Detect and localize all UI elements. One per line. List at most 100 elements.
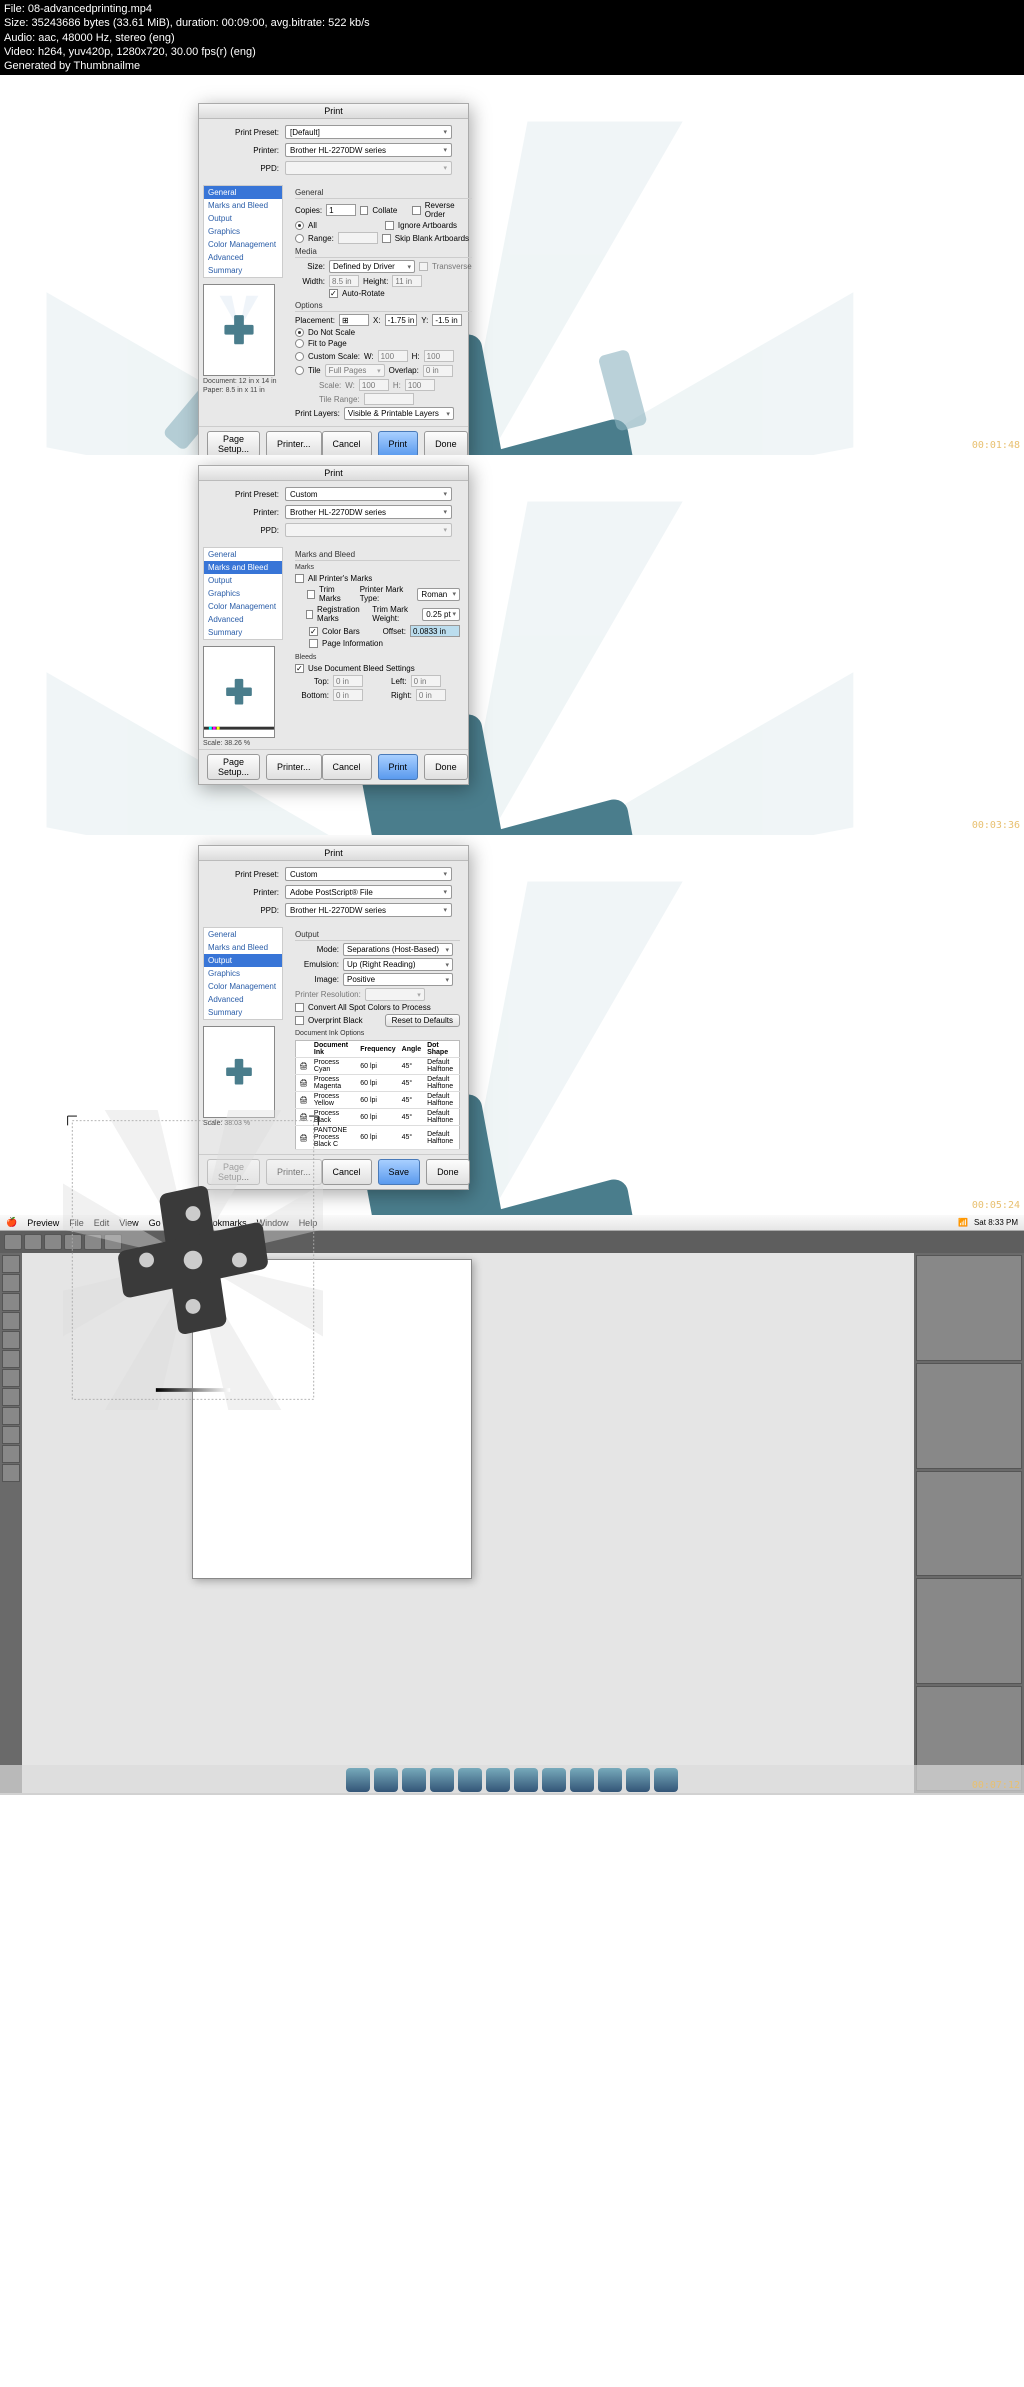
print-button[interactable]: Print: [378, 431, 419, 455]
sidebar-item-summary[interactable]: Summary: [204, 1006, 282, 1019]
tile-radio[interactable]: [295, 366, 304, 375]
tool-item[interactable]: [2, 1331, 20, 1349]
range-radio[interactable]: [295, 234, 304, 243]
all-radio[interactable]: [295, 221, 304, 230]
sidebar-item-marks[interactable]: Marks and Bleed: [204, 941, 282, 954]
emulsion-select[interactable]: Up (Right Reading): [343, 958, 453, 971]
toolbar-button[interactable]: [24, 1234, 42, 1250]
tool-item[interactable]: [2, 1293, 20, 1311]
color-panel[interactable]: [916, 1255, 1022, 1361]
layers-panel[interactable]: [916, 1578, 1022, 1684]
printer-button[interactable]: Printer...: [266, 754, 322, 780]
tool-item[interactable]: [2, 1445, 20, 1463]
print-button[interactable]: Print: [378, 754, 419, 780]
dock-item[interactable]: [598, 1768, 622, 1792]
mark-type-select[interactable]: Roman: [417, 588, 460, 601]
printer-button[interactable]: Printer...: [266, 431, 322, 455]
dock-item[interactable]: [514, 1768, 538, 1792]
tool-item[interactable]: [2, 1388, 20, 1406]
printer-select[interactable]: Adobe PostScript® File: [285, 885, 452, 899]
tool-item[interactable]: [2, 1426, 20, 1444]
sidebar-item-summary[interactable]: Summary: [204, 264, 282, 277]
preview-window[interactable]: [192, 1259, 472, 1579]
table-row[interactable]: 🖨Process Magenta60 lpi45°Default Halfton…: [296, 1075, 460, 1092]
tool-item[interactable]: [2, 1350, 20, 1368]
mode-select[interactable]: Separations (Host-Based): [343, 943, 453, 956]
sidebar-item-marks[interactable]: Marks and Bleed: [204, 561, 282, 574]
cancel-button[interactable]: Cancel: [322, 431, 372, 455]
sidebar-item-general[interactable]: General: [204, 928, 282, 941]
cancel-button[interactable]: Cancel: [322, 754, 372, 780]
done-button[interactable]: Done: [424, 754, 468, 780]
reg-check[interactable]: [306, 610, 313, 619]
sidebar-item-marks[interactable]: Marks and Bleed: [204, 199, 282, 212]
size-select[interactable]: Defined by Driver: [329, 260, 415, 273]
toolbar-button[interactable]: [4, 1234, 22, 1250]
table-row[interactable]: 🖨Process Cyan60 lpi45°Default Halftone: [296, 1058, 460, 1075]
sidebar-item-advanced[interactable]: Advanced: [204, 613, 282, 626]
copies-input[interactable]: 1: [326, 204, 356, 216]
auto-rotate-check[interactable]: [329, 289, 338, 298]
usedoc-check[interactable]: [295, 664, 304, 673]
sidebar-item-advanced[interactable]: Advanced: [204, 251, 282, 264]
sidebar-item-color[interactable]: Color Management: [204, 980, 282, 993]
placement-grid[interactable]: ⊞: [339, 314, 369, 326]
custom-radio[interactable]: [295, 352, 304, 361]
pageinfo-check[interactable]: [309, 639, 318, 648]
printer-select[interactable]: Brother HL-2270DW series: [285, 505, 452, 519]
skip-check[interactable]: [382, 234, 391, 243]
tool-item[interactable]: [2, 1255, 20, 1273]
done-button[interactable]: Done: [424, 431, 468, 455]
x-input[interactable]: -1.75 in: [385, 314, 418, 326]
canvas[interactable]: [22, 1253, 914, 1793]
dock-item[interactable]: [654, 1768, 678, 1792]
cancel-button[interactable]: Cancel: [322, 1159, 372, 1185]
trim-check[interactable]: [307, 590, 315, 599]
dock-item[interactable]: [626, 1768, 650, 1792]
preset-select[interactable]: Custom: [285, 487, 452, 501]
done-button[interactable]: Done: [426, 1159, 470, 1185]
dock-item[interactable]: [430, 1768, 454, 1792]
dns-radio[interactable]: [295, 328, 304, 337]
sidebar-item-graphics[interactable]: Graphics: [204, 967, 282, 980]
sidebar-item-color[interactable]: Color Management: [204, 600, 282, 613]
color-bars-check[interactable]: [309, 627, 318, 636]
save-button[interactable]: Save: [378, 1159, 421, 1185]
sidebar-item-output[interactable]: Output: [204, 954, 282, 967]
sidebar-item-general[interactable]: General: [204, 186, 282, 199]
reverse-check[interactable]: [412, 206, 420, 215]
menu-preview[interactable]: Preview: [27, 1218, 59, 1228]
sidebar-item-graphics[interactable]: Graphics: [204, 225, 282, 238]
overprint-check[interactable]: [295, 1016, 304, 1025]
ignore-check[interactable]: [385, 221, 394, 230]
dock-item[interactable]: [486, 1768, 510, 1792]
sidebar-item-general[interactable]: General: [204, 548, 282, 561]
tool-item[interactable]: [2, 1274, 20, 1292]
image-select[interactable]: Positive: [343, 973, 453, 986]
sidebar-item-summary[interactable]: Summary: [204, 626, 282, 639]
offset-input[interactable]: 0.0833 in: [410, 625, 460, 637]
tool-item[interactable]: [2, 1312, 20, 1330]
dock-item[interactable]: [570, 1768, 594, 1792]
sidebar-item-output[interactable]: Output: [204, 212, 282, 225]
layers-select[interactable]: Visible & Printable Layers: [344, 407, 454, 420]
wifi-icon[interactable]: 📶: [958, 1218, 968, 1227]
all-marks-check[interactable]: [295, 574, 304, 583]
swatches-panel[interactable]: [916, 1363, 1022, 1469]
printer-select[interactable]: Brother HL-2270DW series: [285, 143, 452, 157]
dock-item[interactable]: [374, 1768, 398, 1792]
dock-item[interactable]: [346, 1768, 370, 1792]
y-input[interactable]: -1.5 in: [432, 314, 462, 326]
dock-item[interactable]: [542, 1768, 566, 1792]
ftp-radio[interactable]: [295, 339, 304, 348]
sidebar-item-advanced[interactable]: Advanced: [204, 993, 282, 1006]
reset-button[interactable]: Reset to Defaults: [385, 1014, 460, 1027]
page-setup-button[interactable]: Page Setup...: [207, 754, 260, 780]
convert-check[interactable]: [295, 1003, 304, 1012]
dock-item[interactable]: [458, 1768, 482, 1792]
mark-weight-select[interactable]: 0.25 pt: [422, 608, 460, 621]
apple-icon[interactable]: 🍎: [6, 1217, 17, 1228]
page-setup-button[interactable]: Page Setup...: [207, 431, 260, 455]
tool-item[interactable]: [2, 1464, 20, 1482]
dock-item[interactable]: [402, 1768, 426, 1792]
